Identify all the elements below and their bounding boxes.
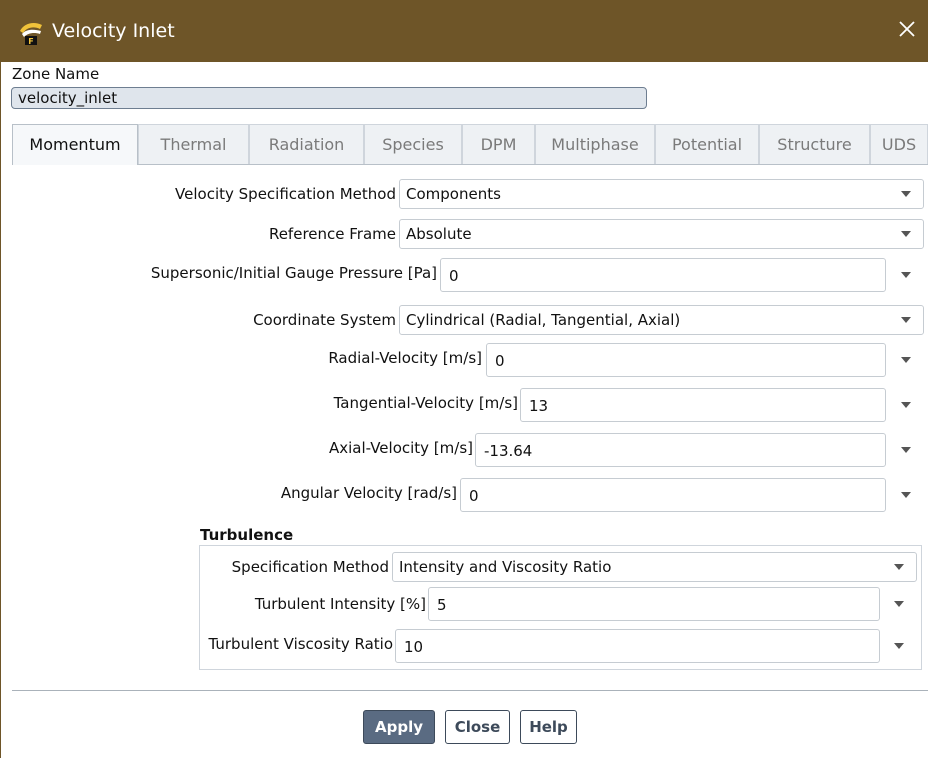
turbulence-spec-method-value: Intensity and Viscosity Ratio bbox=[399, 558, 612, 576]
turbulence-spec-method-dropdown[interactable]: Intensity and Viscosity Ratio bbox=[392, 552, 917, 582]
velocity-method-value: Components bbox=[406, 185, 501, 203]
chevron-down-icon[interactable] bbox=[901, 272, 911, 278]
chevron-down-icon[interactable] bbox=[894, 643, 904, 649]
coordinate-system-label: Coordinate System bbox=[253, 311, 396, 329]
chevron-down-icon bbox=[894, 564, 904, 570]
tangential-velocity-input[interactable]: 13 bbox=[520, 388, 886, 422]
tab-bar: Momentum Thermal Radiation Species DPM M… bbox=[12, 124, 928, 165]
chevron-down-icon[interactable] bbox=[901, 492, 911, 498]
coordinate-system-dropdown[interactable]: Cylindrical (Radial, Tangential, Axial) bbox=[399, 305, 924, 335]
footer-divider bbox=[12, 690, 928, 691]
reference-frame-label: Reference Frame bbox=[268, 225, 396, 243]
tab-species[interactable]: Species bbox=[364, 124, 462, 164]
coordinate-system-value: Cylindrical (Radial, Tangential, Axial) bbox=[406, 311, 681, 329]
window-title: Velocity Inlet bbox=[52, 20, 175, 42]
tab-underline bbox=[12, 164, 928, 165]
tab-multiphase[interactable]: Multiphase bbox=[535, 124, 655, 164]
velocity-method-label: Velocity Specification Method bbox=[175, 185, 396, 203]
chevron-down-icon[interactable] bbox=[901, 357, 911, 363]
turbulent-intensity-label: Turbulent Intensity [%] bbox=[254, 595, 426, 613]
zone-name-field[interactable]: velocity_inlet bbox=[11, 87, 647, 109]
chevron-down-icon bbox=[901, 231, 911, 237]
tab-radiation[interactable]: Radiation bbox=[249, 124, 364, 164]
tab-uds[interactable]: UDS bbox=[870, 124, 928, 164]
chevron-down-icon[interactable] bbox=[901, 402, 911, 408]
axial-velocity-label: Axial-Velocity [m/s] bbox=[329, 439, 473, 457]
tab-momentum[interactable]: Momentum bbox=[12, 124, 138, 165]
tab-potential[interactable]: Potential bbox=[655, 124, 759, 164]
chevron-down-icon[interactable] bbox=[901, 447, 911, 453]
angular-velocity-input[interactable]: 0 bbox=[460, 478, 886, 512]
tangential-velocity-label: Tangential-Velocity [m/s] bbox=[333, 394, 518, 412]
gauge-pressure-label: Supersonic/Initial Gauge Pressure [Pa] bbox=[150, 264, 437, 282]
fluent-app-icon: F bbox=[18, 19, 44, 45]
velocity-method-dropdown[interactable]: Components bbox=[399, 179, 924, 209]
close-button[interactable]: Close bbox=[445, 710, 510, 744]
axial-velocity-input[interactable]: -13.64 bbox=[475, 433, 886, 467]
tab-dpm[interactable]: DPM bbox=[462, 124, 535, 164]
chevron-down-icon bbox=[901, 317, 911, 323]
turbulence-spec-method-label: Specification Method bbox=[231, 558, 389, 576]
turbulence-group-title: Turbulence bbox=[200, 526, 294, 544]
zone-name-label: Zone Name bbox=[12, 65, 100, 83]
tab-structure[interactable]: Structure bbox=[759, 124, 870, 164]
help-button[interactable]: Help bbox=[520, 710, 577, 744]
title-bar: F Velocity Inlet bbox=[0, 0, 928, 62]
tab-thermal[interactable]: Thermal bbox=[138, 124, 249, 164]
angular-velocity-label: Angular Velocity [rad/s] bbox=[280, 484, 457, 502]
radial-velocity-input[interactable]: 0 bbox=[486, 343, 886, 377]
turbulent-viscosity-ratio-label: Turbulent Viscosity Ratio bbox=[208, 635, 394, 653]
apply-button[interactable]: Apply bbox=[363, 710, 435, 744]
close-icon[interactable] bbox=[896, 18, 918, 40]
turbulent-viscosity-ratio-input[interactable]: 10 bbox=[395, 629, 880, 663]
reference-frame-dropdown[interactable]: Absolute bbox=[399, 219, 924, 249]
reference-frame-value: Absolute bbox=[406, 225, 472, 243]
chevron-down-icon[interactable] bbox=[894, 601, 904, 607]
chevron-down-icon bbox=[901, 191, 911, 197]
window-border bbox=[0, 62, 1, 758]
svg-text:F: F bbox=[28, 37, 33, 45]
radial-velocity-label: Radial-Velocity [m/s] bbox=[328, 349, 482, 367]
gauge-pressure-input[interactable]: 0 bbox=[440, 258, 886, 292]
turbulent-intensity-input[interactable]: 5 bbox=[428, 587, 880, 621]
